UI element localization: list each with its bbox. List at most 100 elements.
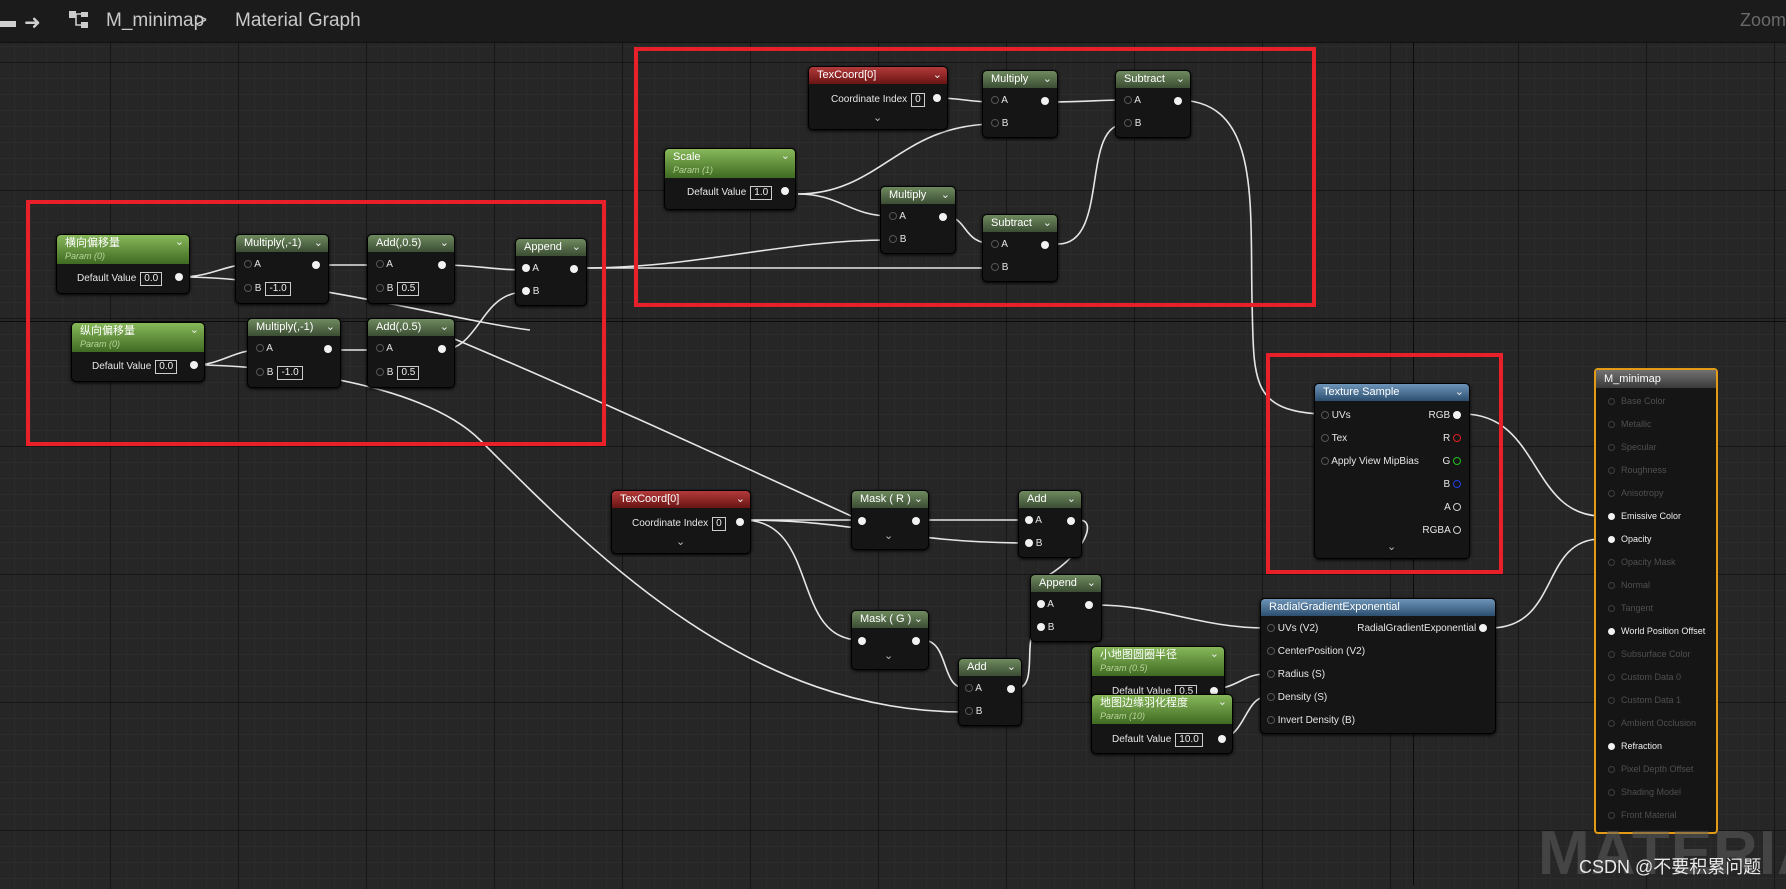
output-pin[interactable] — [438, 261, 446, 269]
append-node[interactable]: Append ⌄ A B — [1030, 574, 1102, 642]
material-pin[interactable]: Opacity — [1608, 534, 1652, 544]
input-pin-b[interactable] — [889, 235, 897, 244]
output-pin[interactable] — [736, 518, 744, 526]
material-pin[interactable]: Base Color — [1608, 396, 1666, 406]
output-pin[interactable] — [1067, 517, 1075, 525]
chevron-down-icon[interactable]: ⌄ — [1067, 491, 1076, 508]
input-pin-dot[interactable] — [1608, 743, 1615, 751]
output-pin[interactable] — [781, 187, 789, 195]
input-pin[interactable] — [858, 517, 866, 525]
input-pin-dot[interactable] — [1608, 536, 1615, 544]
input-pin-dot[interactable] — [1608, 697, 1615, 705]
input-pin-uvs[interactable] — [1267, 624, 1275, 633]
input-pin-dot[interactable] — [1608, 490, 1615, 498]
material-pin[interactable]: Anisotropy — [1608, 488, 1664, 498]
material-pin[interactable]: Opacity Mask — [1608, 557, 1676, 567]
input-pin-dot[interactable] — [1608, 605, 1615, 613]
default-value-field[interactable]: 10.0 — [1175, 733, 1203, 747]
input-pin-dot[interactable] — [1608, 628, 1615, 636]
chevron-down-icon[interactable]: ⌄ — [1210, 647, 1219, 662]
add-node[interactable]: Add ⌄ A B — [958, 658, 1022, 726]
texcoord-node-bottom[interactable]: TexCoord[0] ⌄ Coordinate Index 0 ⌄ — [611, 490, 751, 554]
input-pin-dot[interactable] — [1608, 421, 1615, 429]
mask-g-node[interactable]: Mask ( G ) ⌄ ⌄ — [851, 610, 929, 670]
output-pin[interactable] — [1174, 97, 1182, 105]
chevron-down-icon[interactable]: ⌄ — [1218, 695, 1227, 710]
expand-chevron-icon[interactable]: ⌄ — [884, 649, 893, 662]
input-pin-b[interactable] — [522, 287, 530, 296]
input-pin-density[interactable] — [1267, 693, 1275, 702]
material-pin[interactable]: Subsurface Color — [1608, 649, 1691, 659]
input-pin-b[interactable] — [376, 368, 384, 377]
horizontal-offset-param-node[interactable]: 横向偏移量 Param (0) ⌄ Default Value 0.0 — [56, 234, 190, 294]
output-pin[interactable] — [175, 273, 183, 281]
chevron-down-icon[interactable]: ⌄ — [781, 149, 790, 164]
output-pin[interactable] — [1479, 624, 1487, 633]
scale-param-node[interactable]: Scale Param (1) ⌄ Default Value 1.0 — [664, 148, 796, 210]
input-pin-dot[interactable] — [1608, 444, 1615, 452]
input-pin-a[interactable] — [1124, 96, 1132, 105]
input-pin-dot[interactable] — [1608, 766, 1615, 774]
output-pin[interactable] — [1085, 601, 1093, 609]
output-pin[interactable] — [324, 345, 332, 353]
input-pin-a[interactable] — [889, 212, 897, 221]
chevron-down-icon[interactable]: ⌄ — [914, 491, 923, 508]
pin-b-value-field[interactable]: -1.0 — [277, 366, 303, 380]
material-output-node[interactable]: M_minimap Base Color Metallic Specular Roug… — [1594, 368, 1718, 834]
input-pin-dot[interactable] — [1608, 651, 1615, 659]
input-pin-a[interactable] — [991, 240, 999, 249]
output-pin[interactable] — [1041, 97, 1049, 105]
chevron-down-icon[interactable]: ⌄ — [736, 491, 745, 508]
input-pin-b[interactable] — [256, 368, 264, 377]
subtract-node[interactable]: Subtract ⌄ A B — [982, 214, 1058, 282]
default-value-field[interactable]: 1.0 — [750, 186, 773, 200]
pin-b-value-field[interactable]: 0.5 — [397, 366, 420, 380]
add-half-node[interactable]: Add(,0.5) ⌄ A B 0.5 — [367, 318, 455, 388]
output-pin[interactable] — [939, 213, 947, 221]
input-pin-dot[interactable] — [1608, 674, 1615, 682]
append-node[interactable]: Append ⌄ A B — [515, 238, 587, 306]
output-pin-a[interactable] — [1453, 503, 1461, 512]
input-pin-a[interactable] — [1025, 516, 1033, 525]
input-pin-b[interactable] — [991, 263, 999, 272]
feather-param-node[interactable]: 地图边缘羽化程度 Param (10) ⌄ Default Value 10.0 — [1091, 694, 1233, 754]
output-pin[interactable] — [570, 265, 578, 273]
output-pin[interactable] — [933, 94, 941, 102]
chevron-down-icon[interactable]: ⌄ — [326, 319, 335, 336]
input-pin-invert[interactable] — [1267, 716, 1275, 725]
expand-chevron-icon[interactable]: ⌄ — [884, 529, 893, 542]
chevron-down-icon[interactable]: ⌄ — [572, 239, 581, 256]
chevron-down-icon[interactable]: ⌄ — [440, 235, 449, 252]
material-pin[interactable]: Normal — [1608, 580, 1650, 590]
default-value-field[interactable]: 0.0 — [140, 272, 163, 286]
material-pin[interactable]: Pixel Depth Offset — [1608, 764, 1693, 774]
pin-b-value-field[interactable]: -1.0 — [265, 282, 291, 296]
output-pin-b[interactable] — [1453, 480, 1461, 489]
output-pin[interactable] — [312, 261, 320, 269]
input-pin-a[interactable] — [376, 260, 384, 269]
multiply-node[interactable]: Multiply ⌄ A B — [982, 70, 1058, 138]
input-pin-dot[interactable] — [1608, 582, 1615, 590]
input-pin-center[interactable] — [1267, 647, 1275, 656]
input-pin-a[interactable] — [991, 96, 999, 105]
input-pin-a[interactable] — [256, 344, 264, 353]
chevron-down-icon[interactable]: ⌄ — [941, 187, 950, 204]
output-pin[interactable] — [190, 361, 198, 369]
expand-chevron-icon[interactable]: ⌄ — [1387, 540, 1396, 553]
chevron-down-icon[interactable]: ⌄ — [1087, 575, 1096, 592]
chevron-down-icon[interactable]: ⌄ — [175, 235, 184, 250]
chevron-down-icon[interactable]: ⌄ — [314, 235, 323, 252]
texture-sample-node[interactable]: Texture Sample ⌄ UVs Tex Apply View MipBi… — [1314, 383, 1470, 559]
material-pin[interactable]: Refraction — [1608, 741, 1662, 751]
chevron-down-icon[interactable]: ⌄ — [914, 611, 923, 628]
input-pin-uvs[interactable] — [1321, 411, 1329, 420]
radial-gradient-node[interactable]: RadialGradientExponential UVs (V2) Cente… — [1260, 598, 1496, 734]
output-pin[interactable] — [1007, 685, 1015, 693]
material-pin[interactable]: Ambient Occlusion — [1608, 718, 1696, 728]
input-pin-a[interactable] — [1037, 600, 1045, 609]
output-pin-rgb[interactable] — [1453, 411, 1461, 420]
input-pin-b[interactable] — [244, 284, 252, 293]
chevron-down-icon[interactable]: ⌄ — [1043, 71, 1052, 88]
output-pin-rgba[interactable] — [1453, 526, 1461, 535]
material-pin[interactable]: Custom Data 1 — [1608, 695, 1681, 705]
